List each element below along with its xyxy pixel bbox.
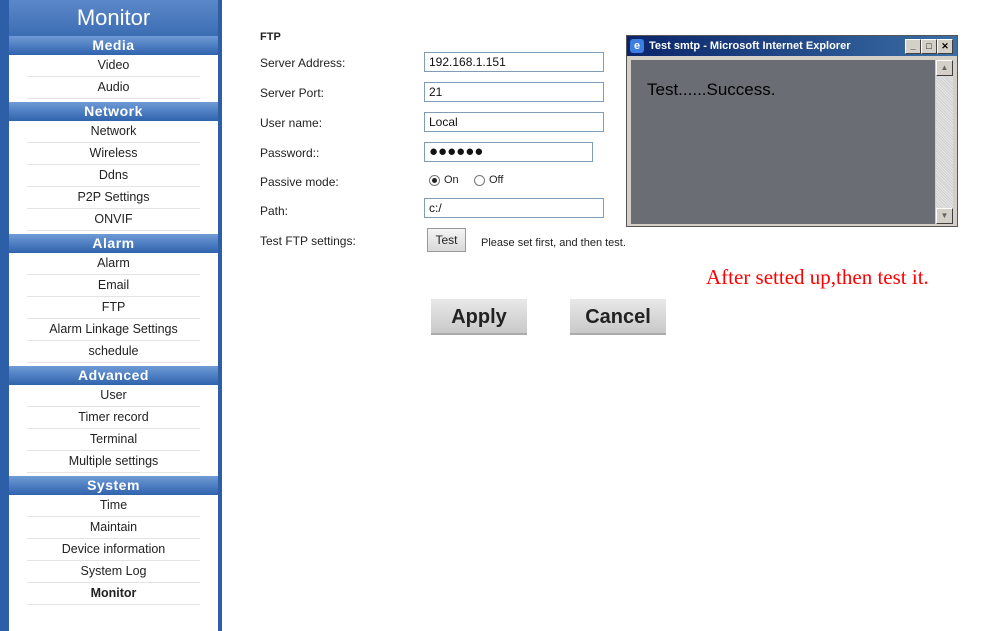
sidebar-section-network: Network — [9, 102, 218, 121]
test-popup-window: e Test smtp - Microsoft Internet Explore… — [626, 35, 958, 227]
passive-on-radio[interactable] — [429, 175, 440, 186]
path-label: Path: — [260, 204, 289, 218]
sidebar-item-system-log[interactable]: System Log — [27, 561, 200, 583]
passive-off-label: Off — [489, 174, 504, 186]
test-hint: Please set first, and then test. — [481, 237, 626, 249]
popup-message: Test......Success. — [647, 80, 776, 99]
server-port-input[interactable]: 21 — [424, 82, 604, 102]
scroll-up-icon[interactable]: ▲ — [936, 60, 953, 76]
sidebar-item-maintain[interactable]: Maintain — [27, 517, 200, 539]
minimize-icon[interactable]: _ — [905, 39, 921, 54]
sidebar-item-monitor[interactable]: Monitor — [27, 583, 200, 605]
sidebar-item-email[interactable]: Email — [27, 275, 200, 297]
user-name-label: User name: — [260, 116, 323, 130]
sidebar-item-wireless[interactable]: Wireless — [27, 143, 200, 165]
sidebar-title: Monitor — [9, 0, 218, 36]
close-icon[interactable]: ✕ — [937, 39, 953, 54]
sidebar-item-user[interactable]: User — [27, 385, 200, 407]
sidebar-item-time[interactable]: Time — [27, 495, 200, 517]
sidebar-item-multiple-settings[interactable]: Multiple settings — [27, 451, 200, 473]
sidebar-item-terminal[interactable]: Terminal — [27, 429, 200, 451]
sidebar-section-system: System — [9, 476, 218, 495]
popup-title: Test smtp - Microsoft Internet Explorer — [649, 40, 851, 52]
popup-titlebar[interactable]: e Test smtp - Microsoft Internet Explore… — [627, 36, 957, 56]
sidebar-item-device-information[interactable]: Device information — [27, 539, 200, 561]
sidebar-item-ftp[interactable]: FTP — [27, 297, 200, 319]
ie-icon: e — [630, 39, 644, 53]
password-input[interactable]: ●●●●●● — [424, 142, 593, 162]
annotation-text: After setted up,then test it. — [706, 265, 929, 289]
ftp-heading: FTP — [260, 31, 281, 43]
user-name-input[interactable]: Local — [424, 112, 604, 132]
server-address-label: Server Address: — [260, 56, 346, 70]
apply-button[interactable]: Apply — [431, 299, 527, 335]
sidebar-section-media: Media — [9, 36, 218, 55]
popup-scrollbar[interactable]: ▲ ▼ — [936, 60, 953, 224]
maximize-icon[interactable]: □ — [921, 39, 937, 54]
passive-mode-label: Passive mode: — [260, 175, 339, 189]
sidebar-item-audio[interactable]: Audio — [27, 77, 200, 99]
test-button[interactable]: Test — [427, 228, 466, 252]
sidebar: Monitor Media Video Audio Network Networ… — [0, 0, 222, 631]
test-ftp-label: Test FTP settings: — [260, 234, 356, 248]
path-input[interactable]: c:/ — [424, 198, 604, 218]
sidebar-item-p2p-settings[interactable]: P2P Settings — [27, 187, 200, 209]
server-address-input[interactable]: 192.168.1.151 — [424, 52, 604, 72]
password-label: Password:: — [260, 146, 320, 160]
sidebar-item-video[interactable]: Video — [27, 55, 200, 77]
server-port-label: Server Port: — [260, 86, 325, 100]
scroll-down-icon[interactable]: ▼ — [936, 208, 953, 224]
sidebar-item-network[interactable]: Network — [27, 121, 200, 143]
sidebar-item-ddns[interactable]: Ddns — [27, 165, 200, 187]
sidebar-item-alarm[interactable]: Alarm — [27, 253, 200, 275]
sidebar-item-timer-record[interactable]: Timer record — [27, 407, 200, 429]
sidebar-item-alarm-linkage[interactable]: Alarm Linkage Settings — [27, 319, 200, 341]
passive-off-radio[interactable] — [474, 175, 485, 186]
cancel-button[interactable]: Cancel — [570, 299, 666, 335]
popup-content: Test......Success. — [631, 60, 935, 224]
passive-on-label: On — [444, 174, 459, 186]
sidebar-section-alarm: Alarm — [9, 234, 218, 253]
sidebar-item-onvif[interactable]: ONVIF — [27, 209, 200, 231]
sidebar-section-advanced: Advanced — [9, 366, 218, 385]
sidebar-item-schedule[interactable]: schedule — [27, 341, 200, 363]
